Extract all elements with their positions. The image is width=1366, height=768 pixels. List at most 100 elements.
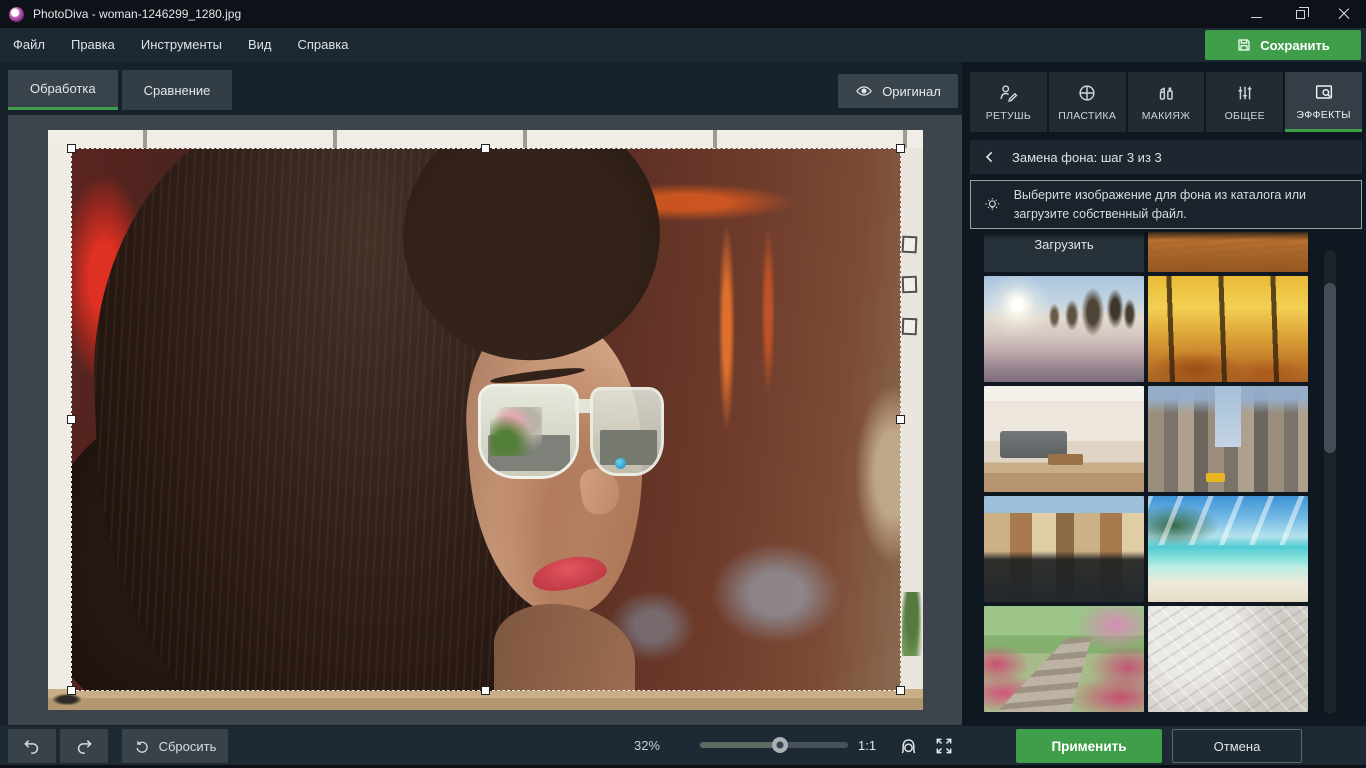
- tab-general[interactable]: ОБЩЕЕ: [1206, 72, 1283, 132]
- fullscreen-icon: [934, 736, 954, 756]
- woman-neck: [494, 604, 635, 691]
- wall-picture-frame: [902, 276, 918, 294]
- zoom-level-value: 32%: [612, 726, 660, 765]
- reset-button-label: Сбросить: [159, 739, 217, 754]
- tab-label: РЕТУШЬ: [986, 110, 1031, 122]
- menu-help[interactable]: Справка: [284, 28, 361, 62]
- minimize-button[interactable]: [1234, 0, 1278, 28]
- new-background-image: [48, 130, 923, 710]
- floor-shoes: [53, 694, 81, 705]
- actual-size-button[interactable]: 1:1: [858, 726, 876, 765]
- menu-edit[interactable]: Правка: [58, 28, 128, 62]
- wall-picture-frame: [902, 318, 918, 336]
- bg-thumb-autumn-forest[interactable]: [1148, 276, 1308, 382]
- tip-text: Выберите изображение для фона из каталог…: [1014, 186, 1351, 222]
- blue-earring: [615, 458, 626, 469]
- marquee-handle-left[interactable]: [67, 415, 76, 424]
- scrollbar-thumb[interactable]: [1324, 283, 1336, 453]
- close-button[interactable]: [1322, 0, 1366, 28]
- marquee-handle-top-right[interactable]: [896, 144, 905, 153]
- back-chevron-icon[interactable]: [982, 149, 998, 165]
- step-header-title: Замена фона: шаг 3 из 3: [1012, 150, 1162, 165]
- bg-thumb-city-street[interactable]: [1148, 386, 1308, 492]
- photodiva-logo-icon: [9, 7, 24, 22]
- bg-thumb-crumpled-paper[interactable]: [1148, 606, 1308, 712]
- tab-comparison[interactable]: Сравнение: [122, 70, 233, 110]
- redo-icon: [74, 736, 94, 756]
- tab-retouch[interactable]: РЕТУШЬ: [970, 72, 1047, 132]
- restore-button[interactable]: [1278, 0, 1322, 28]
- undo-button[interactable]: [8, 729, 56, 763]
- marquee-handle-bottom-right[interactable]: [896, 686, 905, 695]
- face-icon: [898, 736, 919, 757]
- tab-processing[interactable]: Обработка: [8, 70, 118, 110]
- effects-icon: [1313, 81, 1335, 103]
- tab-effects[interactable]: ЭФФЕКТЫ: [1285, 72, 1362, 132]
- makeup-icon: [1155, 82, 1177, 104]
- menu-file[interactable]: Файл: [0, 28, 58, 62]
- marquee-handle-bottom[interactable]: [481, 686, 490, 695]
- tab-liquify[interactable]: ПЛАСТИКА: [1049, 72, 1126, 132]
- menubar: Файл Правка Инструменты Вид Справка Сохр…: [0, 28, 1366, 62]
- bg-thumb-canal-town[interactable]: [984, 496, 1144, 602]
- zoom-slider-fill: [700, 742, 780, 748]
- background-grid-viewport: Загрузить: [984, 232, 1308, 712]
- reset-button[interactable]: Сбросить: [122, 729, 228, 763]
- window-title: PhotoDiva - woman-1246299_1280.jpg: [33, 7, 241, 21]
- close-icon: [1338, 8, 1350, 20]
- restore-icon: [1296, 10, 1305, 19]
- fullscreen-button[interactable]: [932, 734, 956, 758]
- bg-thumb-tropical-beach[interactable]: [1148, 496, 1308, 602]
- tab-label: ОБЩЕЕ: [1225, 110, 1265, 122]
- apply-button[interactable]: Применить: [1016, 729, 1162, 763]
- sunglasses-left-lens: [478, 384, 579, 479]
- floppy-icon: [1236, 37, 1252, 53]
- bg-thumb-upload[interactable]: Загрузить: [984, 232, 1144, 272]
- view-tabs: Обработка Сравнение: [8, 70, 232, 110]
- minimize-icon: [1251, 17, 1262, 18]
- liquify-icon: [1076, 82, 1098, 104]
- redo-button[interactable]: [60, 729, 108, 763]
- panel-tabs: РЕТУШЬ ПЛАСТИКА МАКИЯЖ ОБЩЕЕ ЭФФЕКТ: [970, 72, 1362, 132]
- background-grid: Загрузить: [984, 232, 1308, 712]
- marquee-handle-top-left[interactable]: [67, 144, 76, 153]
- canvas-area: [8, 115, 962, 725]
- upload-button-label: Загрузить: [1034, 237, 1093, 252]
- zoom-slider-thumb[interactable]: [772, 737, 788, 753]
- step-header: Замена фона: шаг 3 из 3: [970, 140, 1362, 174]
- wall-plant: [902, 592, 922, 656]
- original-button-label: Оригинал: [882, 84, 941, 99]
- save-button-label: Сохранить: [1260, 38, 1330, 53]
- fit-to-face-button[interactable]: [896, 734, 920, 758]
- menu-tools[interactable]: Инструменты: [128, 28, 235, 62]
- cancel-button[interactable]: Отмена: [1172, 729, 1302, 763]
- save-button[interactable]: Сохранить: [1205, 30, 1361, 60]
- foreground-photo[interactable]: [71, 148, 901, 691]
- lightbulb-icon: [983, 192, 1002, 218]
- marquee-handle-right[interactable]: [896, 415, 905, 424]
- tab-label: ЭФФЕКТЫ: [1296, 109, 1350, 121]
- zoom-slider[interactable]: [700, 739, 848, 752]
- tab-label: ПЛАСТИКА: [1058, 110, 1116, 122]
- bg-thumb-desert-dunes[interactable]: [1148, 232, 1308, 272]
- scrollbar-track[interactable]: [1324, 250, 1336, 714]
- bg-thumb-winter-road[interactable]: [984, 276, 1144, 382]
- eye-icon: [855, 82, 873, 100]
- reset-icon: [134, 738, 151, 755]
- bg-thumb-flower-garden[interactable]: [984, 606, 1144, 712]
- original-button[interactable]: Оригинал: [838, 74, 958, 108]
- retouch-icon: [997, 82, 1019, 104]
- adjust-icon: [1234, 82, 1256, 104]
- bg-thumb-living-room[interactable]: [984, 386, 1144, 492]
- marquee-handle-top[interactable]: [481, 144, 490, 153]
- tab-makeup[interactable]: МАКИЯЖ: [1128, 72, 1205, 132]
- side-panel: РЕТУШЬ ПЛАСТИКА МАКИЯЖ ОБЩЕЕ ЭФФЕКТ: [962, 62, 1366, 768]
- menu-view[interactable]: Вид: [235, 28, 285, 62]
- undo-icon: [22, 736, 42, 756]
- marquee-handle-bottom-left[interactable]: [67, 686, 76, 695]
- titlebar: PhotoDiva - woman-1246299_1280.jpg: [0, 0, 1366, 28]
- tab-label: МАКИЯЖ: [1142, 110, 1191, 122]
- wall-picture-frame: [902, 236, 918, 254]
- sunglasses: [478, 384, 665, 479]
- tip-box: Выберите изображение для фона из каталог…: [970, 180, 1362, 229]
